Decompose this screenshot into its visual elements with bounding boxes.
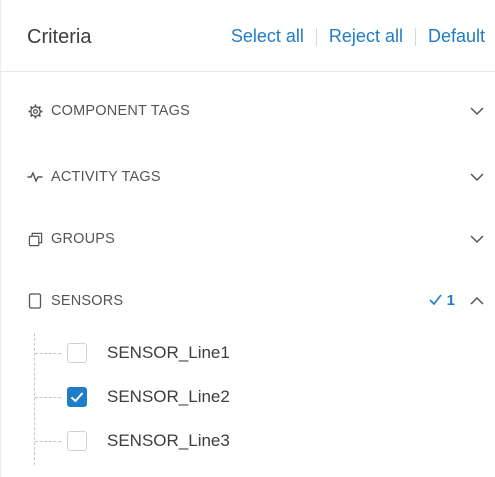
gear-icon bbox=[27, 103, 43, 119]
criteria-header: Criteria Select all Reject all Default bbox=[1, 0, 495, 72]
select-all-button[interactable]: Select all bbox=[231, 26, 304, 47]
selected-count: 1 bbox=[446, 292, 455, 309]
sensor-item[interactable]: SENSOR_Line3 bbox=[35, 428, 230, 454]
sensor-checkbox[interactable] bbox=[67, 431, 87, 451]
panel-title: Criteria bbox=[27, 26, 92, 48]
check-icon bbox=[429, 294, 443, 306]
reject-all-button[interactable]: Reject all bbox=[329, 26, 403, 47]
sensor-item[interactable]: SENSOR_Line1 bbox=[35, 340, 230, 366]
chevron-up-icon[interactable] bbox=[469, 293, 485, 309]
section-label: GROUPS bbox=[51, 231, 116, 247]
check-icon bbox=[70, 392, 84, 403]
criteria-panel: Criteria Select all Reject all Default C bbox=[0, 0, 495, 477]
section-sensors[interactable]: SENSORS 1 bbox=[27, 286, 487, 316]
sensor-label: SENSOR_Line3 bbox=[107, 431, 230, 450]
tree-branch bbox=[35, 396, 61, 398]
chevron-down-icon[interactable] bbox=[469, 103, 485, 119]
tree-branch bbox=[35, 440, 61, 442]
chevron-down-icon[interactable] bbox=[469, 231, 485, 247]
sensor-checkbox[interactable] bbox=[67, 343, 87, 363]
sensor-label: SENSOR_Line2 bbox=[107, 387, 230, 406]
sensor-icon bbox=[27, 293, 43, 309]
section-activity-tags[interactable]: ACTIVITY TAGS bbox=[27, 162, 487, 192]
section-groups[interactable]: GROUPS bbox=[27, 224, 487, 254]
divider bbox=[414, 27, 416, 46]
chevron-down-icon[interactable] bbox=[469, 169, 485, 185]
groups-icon bbox=[27, 231, 43, 247]
sensor-label: SENSOR_Line1 bbox=[107, 343, 230, 362]
section-label: SENSORS bbox=[51, 293, 124, 309]
sensor-checkbox[interactable] bbox=[67, 387, 87, 407]
section-label: COMPONENT TAGS bbox=[51, 103, 190, 119]
activity-icon bbox=[27, 169, 43, 185]
sensor-item[interactable]: SENSOR_Line2 bbox=[35, 384, 230, 410]
divider bbox=[315, 27, 317, 46]
header-actions: Select all Reject all Default bbox=[231, 26, 485, 47]
selected-count-badge: 1 bbox=[429, 292, 455, 309]
section-component-tags[interactable]: COMPONENT TAGS bbox=[27, 96, 487, 126]
tree-branch bbox=[35, 352, 61, 354]
section-label: ACTIVITY TAGS bbox=[51, 169, 161, 185]
default-button[interactable]: Default bbox=[428, 26, 485, 47]
